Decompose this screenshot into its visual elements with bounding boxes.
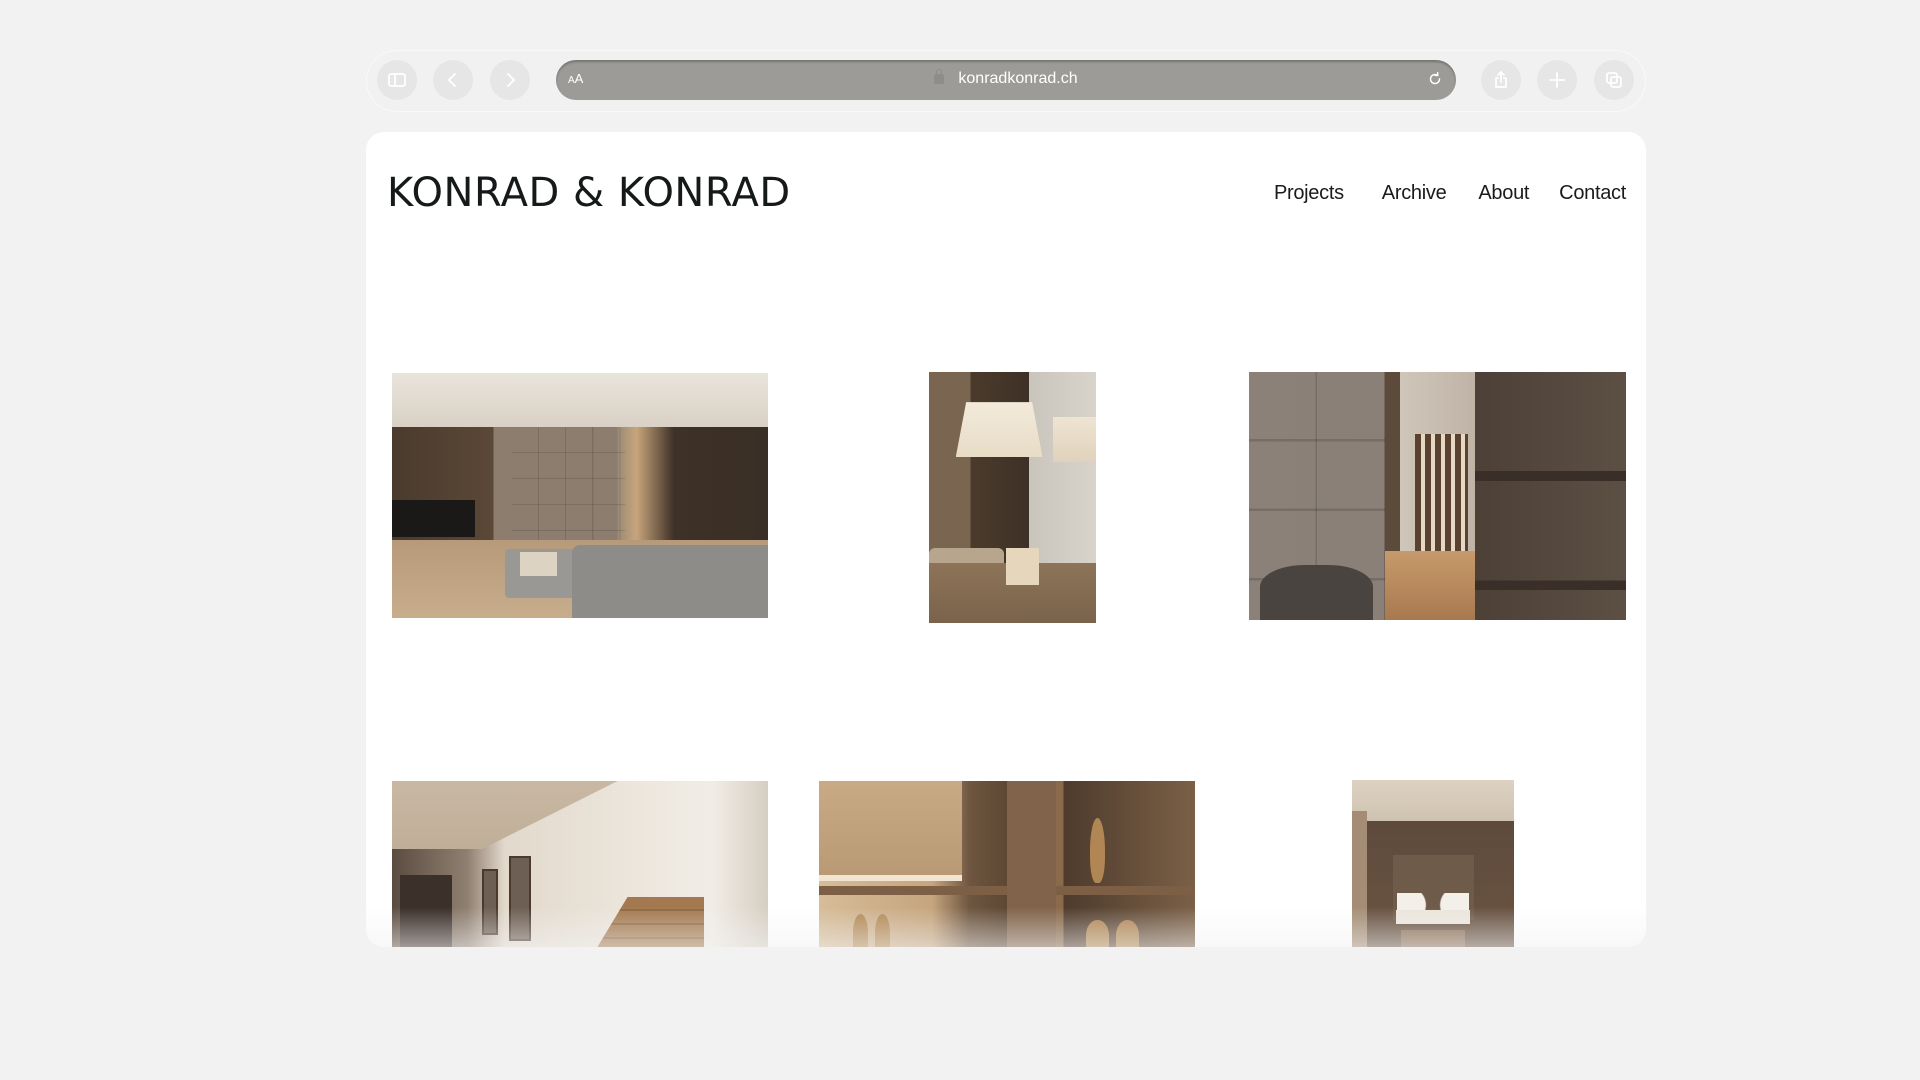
image-detail	[508, 855, 532, 942]
image-detail	[1414, 434, 1468, 551]
image-detail	[1475, 372, 1626, 620]
image-detail	[875, 913, 891, 947]
image-detail	[572, 544, 768, 618]
image-detail	[392, 500, 475, 538]
image-detail	[1400, 930, 1466, 947]
chevron-right-icon	[507, 73, 515, 87]
image-detail	[819, 781, 962, 881]
image-detail	[392, 781, 618, 849]
tabs-overview-button[interactable]	[1594, 60, 1634, 100]
image-detail	[1395, 909, 1471, 924]
image-detail	[852, 913, 868, 947]
image-detail	[1052, 417, 1096, 463]
image-detail	[1384, 550, 1476, 620]
nav-about[interactable]: About	[1478, 182, 1529, 205]
nav-contact[interactable]: Contact	[1559, 182, 1626, 205]
main-nav: Projects Archive About Contact	[1274, 182, 1626, 205]
image-detail	[399, 874, 453, 947]
sidebar-icon	[388, 73, 406, 87]
project-image[interactable]	[929, 372, 1096, 623]
project-image[interactable]	[392, 781, 768, 947]
tabs-overview-icon	[1606, 72, 1622, 88]
image-detail	[1352, 810, 1367, 947]
web-page: KONRAD & KONRAD Projects Archive About C…	[366, 132, 1646, 947]
image-detail	[1260, 565, 1374, 620]
address-bar[interactable]: AA konradkonrad.ch	[556, 60, 1456, 100]
image-detail	[512, 426, 626, 540]
image-detail	[482, 869, 498, 935]
image-detail	[1089, 818, 1105, 883]
image-detail	[595, 896, 705, 947]
site-logo[interactable]: KONRAD & KONRAD	[387, 170, 791, 216]
reload-button[interactable]	[1426, 70, 1446, 90]
project-image[interactable]	[1352, 780, 1514, 947]
share-button[interactable]	[1481, 60, 1521, 100]
image-detail	[955, 402, 1043, 458]
reload-icon	[1429, 71, 1441, 85]
url-text: konradkonrad.ch	[958, 70, 1078, 87]
image-detail	[1007, 781, 1056, 947]
image-detail	[1116, 920, 1139, 947]
sidebar-toggle-button[interactable]	[377, 60, 417, 100]
image-detail	[519, 551, 558, 577]
new-tab-button[interactable]	[1537, 60, 1577, 100]
project-image[interactable]	[819, 781, 1195, 947]
nav-archive[interactable]: Archive	[1382, 182, 1447, 205]
project-image[interactable]	[392, 373, 768, 618]
plus-icon	[1549, 72, 1565, 88]
lock-icon	[934, 69, 945, 84]
project-image[interactable]	[1249, 372, 1626, 620]
chevron-left-icon	[448, 73, 456, 87]
share-icon	[1495, 71, 1507, 88]
image-detail	[1005, 547, 1040, 586]
back-button[interactable]	[433, 60, 473, 100]
image-detail	[1085, 920, 1109, 947]
forward-button[interactable]	[490, 60, 530, 100]
nav-projects[interactable]: Projects	[1274, 182, 1344, 205]
